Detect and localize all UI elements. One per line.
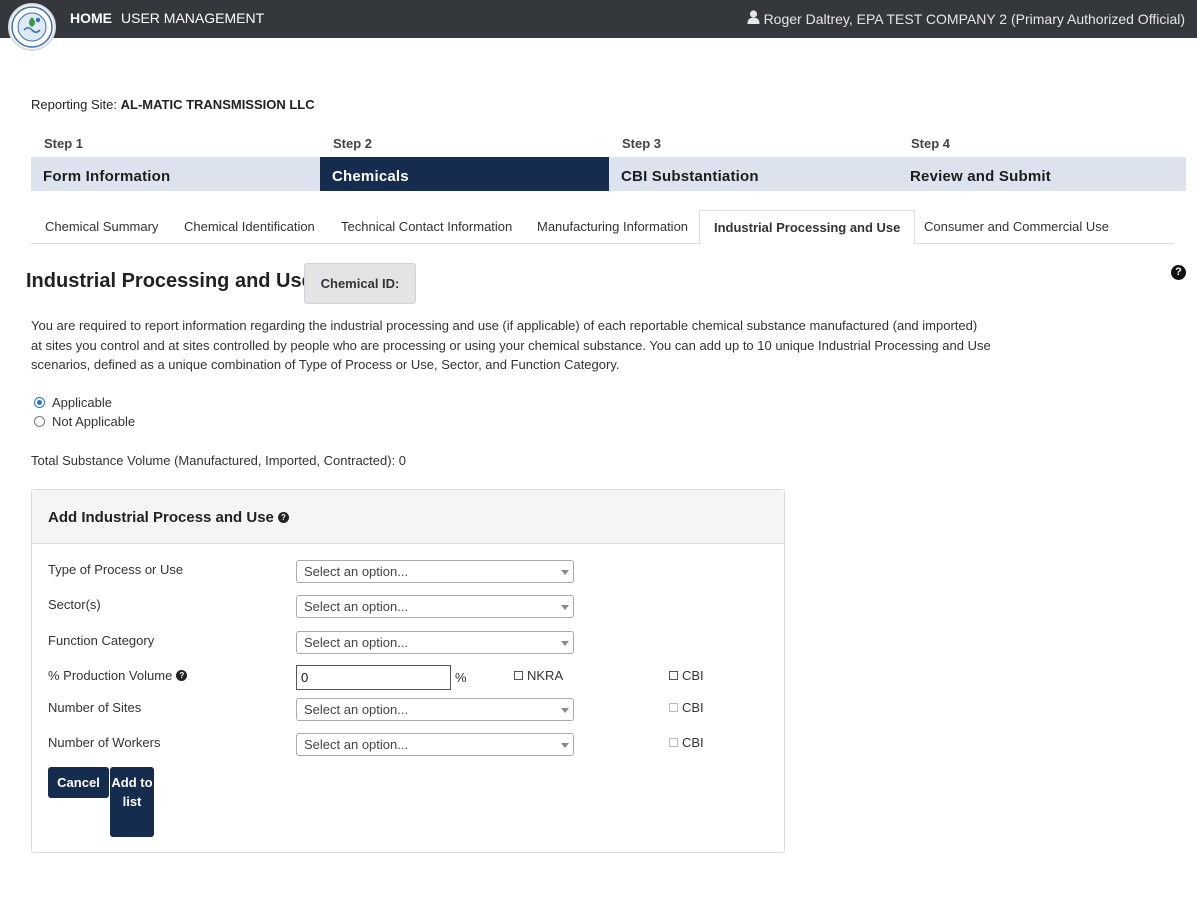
chemical-id-button[interactable]: Chemical ID:: [304, 263, 416, 304]
step-number: Step 3: [622, 136, 662, 151]
number-of-sites-select[interactable]: Select an option...: [296, 698, 574, 721]
caret-down-icon: [561, 743, 569, 748]
checkbox-label: CBI: [682, 735, 704, 750]
step-title: Review and Submit: [910, 168, 1051, 185]
radio-label: Applicable: [52, 395, 112, 410]
tab-industrial-processing-and-use[interactable]: Industrial Processing and Use: [699, 210, 916, 245]
step-1[interactable]: Step 1 Form Information: [31, 134, 320, 191]
radio-button[interactable]: [34, 416, 45, 427]
step-number: Step 4: [911, 136, 951, 151]
checkbox-label: CBI: [682, 668, 704, 683]
production-volume-cbi-checkbox[interactable]: CBI: [669, 668, 704, 683]
select-value: Select an option...: [304, 599, 409, 614]
production-volume-label: % Production Volume ?: [48, 668, 188, 683]
nav-user-management-link[interactable]: USER MANAGEMENT: [121, 10, 264, 26]
reporting-site-label: Reporting Site:: [31, 97, 117, 112]
intro-text: You are required to report information r…: [31, 318, 991, 372]
type-of-process-label: Type of Process or Use: [48, 562, 184, 577]
production-volume-input[interactable]: 0: [296, 665, 451, 690]
cancel-button[interactable]: Cancel: [48, 767, 109, 798]
checkbox-box[interactable]: [669, 703, 678, 712]
step-title: CBI Substantiation: [621, 168, 759, 185]
step-3[interactable]: Step 3 CBI Substantiation: [609, 134, 898, 191]
total-substance-volume: Total Substance Volume (Manufactured, Im…: [31, 453, 407, 468]
checkbox-label: NKRA: [527, 668, 564, 683]
tab-chemical-summary[interactable]: Chemical Summary: [31, 210, 172, 244]
panel-header: Add Industrial Process and Use ?: [32, 490, 784, 544]
tab-manufacturing-information[interactable]: Manufacturing Information: [523, 210, 702, 244]
reporting-site: Reporting Site: AL-MATIC TRANSMISSION LL…: [31, 97, 315, 112]
user-icon: [747, 10, 760, 27]
page-title: Industrial Processing and Use: [26, 270, 313, 292]
checkbox-box[interactable]: [669, 738, 678, 747]
tab-consumer-and-commercial-use[interactable]: Consumer and Commercial Use: [910, 210, 1123, 244]
add-process-panel: Add Industrial Process and Use ? Type of…: [31, 489, 785, 853]
step-title: Form Information: [43, 168, 171, 185]
tab-chemical-identification[interactable]: Chemical Identification: [170, 210, 329, 244]
checkbox-box[interactable]: [514, 671, 523, 680]
reporting-site-value: AL-MATIC TRANSMISSION LLC: [120, 97, 315, 112]
panel-title: Add Industrial Process and Use ?: [48, 509, 289, 526]
epa-seal-icon[interactable]: [8, 3, 56, 51]
select-value: Select an option...: [304, 635, 409, 650]
add-to-list-button[interactable]: Add to list: [110, 767, 154, 837]
caret-down-icon: [561, 605, 569, 610]
tab-technical-contact-information[interactable]: Technical Contact Information: [327, 210, 526, 244]
radio-label: Not Applicable: [52, 414, 136, 429]
nkra-checkbox[interactable]: NKRA: [514, 668, 563, 683]
user-menu[interactable]: Roger Daltrey, EPA TEST COMPANY 2 (Prima…: [747, 10, 1185, 27]
top-navbar: HOME USER MANAGEMENT Roger Daltrey, EPA …: [0, 0, 1197, 38]
step-number: Step 2: [333, 136, 373, 151]
type-of-process-select[interactable]: Select an option...: [296, 560, 574, 583]
number-of-sites-label: Number of Sites: [48, 700, 142, 715]
radio-not-applicable[interactable]: Not Applicable: [34, 414, 135, 429]
question-circle-icon[interactable]: ?: [1171, 265, 1186, 280]
select-value: Select an option...: [304, 702, 409, 717]
select-value: Select an option...: [304, 737, 409, 752]
number-of-workers-select[interactable]: Select an option...: [296, 733, 574, 756]
caret-down-icon: [561, 570, 569, 575]
question-circle-icon[interactable]: ?: [176, 670, 188, 681]
step-number: Step 1: [44, 136, 84, 151]
checkbox-label: CBI: [682, 700, 704, 715]
number-of-workers-cbi-checkbox[interactable]: CBI: [669, 735, 704, 750]
radio-applicable[interactable]: Applicable: [34, 395, 112, 410]
caret-down-icon: [561, 641, 569, 646]
percent-unit: %: [455, 670, 467, 685]
sectors-label: Sector(s): [48, 597, 101, 612]
step-title: Chemicals: [332, 168, 409, 185]
panel-title-text: Add Industrial Process and Use: [48, 509, 274, 526]
number-of-workers-label: Number of Workers: [48, 735, 161, 750]
question-circle-icon[interactable]: ?: [277, 512, 289, 523]
checkbox-box[interactable]: [669, 671, 678, 680]
function-category-select[interactable]: Select an option...: [296, 631, 574, 654]
caret-down-icon: [561, 708, 569, 713]
step-4[interactable]: Step 4 Review and Submit: [898, 134, 1186, 191]
step-2[interactable]: Step 2 Chemicals: [320, 134, 609, 191]
radio-button-selected[interactable]: [34, 397, 45, 408]
function-category-label: Function Category: [48, 633, 155, 648]
production-volume-label-text: % Production Volume: [48, 668, 173, 683]
step-progress: Step 1 Form Information Step 2 Chemicals…: [31, 134, 1186, 191]
nav-home-link[interactable]: HOME: [70, 10, 112, 26]
user-name-label: Roger Daltrey, EPA TEST COMPANY 2 (Prima…: [763, 10, 1185, 27]
number-of-sites-cbi-checkbox[interactable]: CBI: [669, 700, 704, 715]
section-tabs: Chemical Summary Chemical Identification…: [31, 210, 1174, 245]
select-value: Select an option...: [304, 564, 409, 579]
sectors-select[interactable]: Select an option...: [296, 595, 574, 618]
